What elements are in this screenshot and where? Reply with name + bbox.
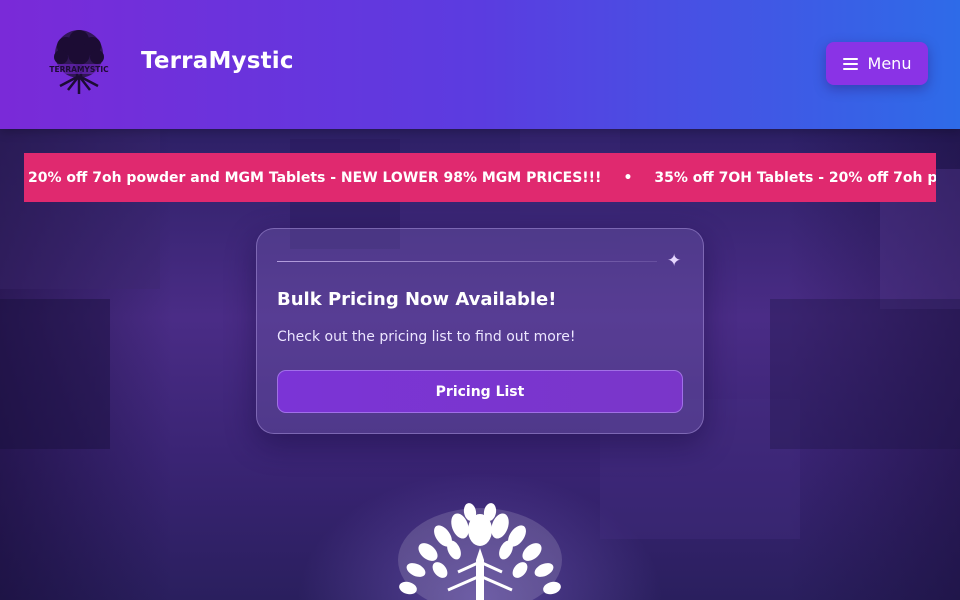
- pricing-list-button[interactable]: Pricing List: [277, 370, 683, 413]
- announcement-card: ✦ Bulk Pricing Now Available! Check out …: [256, 228, 704, 434]
- menu-button-label: Menu: [867, 54, 912, 73]
- background-block: [770, 299, 960, 449]
- promo-separator: •: [623, 169, 633, 186]
- promo-item: 35% off 7OH Tablets - 20% off 7oh powder…: [654, 169, 936, 186]
- logo-text: TERRAMYSTIC: [49, 65, 109, 74]
- promo-track: 20% off 7oh powder and MGM Tablets - NEW…: [24, 170, 936, 186]
- sparkle-icon: ✦: [667, 251, 682, 270]
- hamburger-icon: [842, 57, 858, 70]
- card-text: Check out the pricing list to find out m…: [277, 329, 576, 345]
- card-divider: [277, 261, 657, 262]
- tree-emblem-icon: [398, 503, 562, 600]
- brand-name[interactable]: TerraMystic: [141, 48, 294, 74]
- promo-banner: 20% off 7oh powder and MGM Tablets - NEW…: [24, 153, 936, 202]
- background-block: [0, 299, 110, 449]
- logo-tree-icon[interactable]: TERRAMYSTIC: [46, 28, 112, 98]
- card-title: Bulk Pricing Now Available!: [277, 289, 557, 310]
- promo-item: 20% off 7oh powder and MGM Tablets - NEW…: [28, 169, 602, 186]
- site-header: TERRAMYSTIC TerraMystic Menu: [0, 0, 960, 129]
- menu-button[interactable]: Menu: [826, 42, 928, 85]
